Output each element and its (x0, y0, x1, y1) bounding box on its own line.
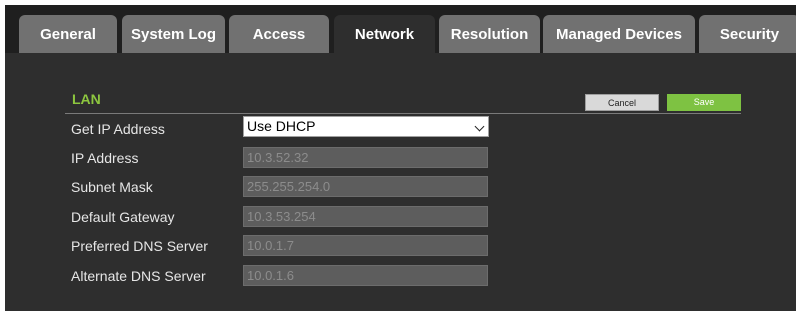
section-divider (65, 113, 741, 114)
alternate-dns-label: Alternate DNS Server (71, 268, 206, 284)
tab-resolution[interactable]: Resolution (439, 15, 540, 53)
settings-window: General System Log Access Network Resolu… (5, 5, 796, 311)
save-button[interactable]: Save (667, 94, 741, 111)
tab-network[interactable]: Network (334, 15, 435, 53)
preferred-dns-label: Preferred DNS Server (71, 238, 208, 254)
ip-address-label: IP Address (71, 150, 139, 166)
get-ip-address-select[interactable]: Use DHCP (243, 116, 489, 137)
alternate-dns-field[interactable]: 10.0.1.6 (243, 265, 488, 286)
get-ip-address-value: Use DHCP (247, 118, 316, 134)
default-gateway-field[interactable]: 10.3.53.254 (243, 206, 488, 227)
preferred-dns-field[interactable]: 10.0.1.7 (243, 235, 488, 256)
subnet-mask-field[interactable]: 255.255.254.0 (243, 176, 488, 197)
tab-access[interactable]: Access (229, 15, 329, 53)
tab-general[interactable]: General (19, 15, 117, 53)
tab-security[interactable]: Security (699, 15, 796, 53)
cancel-button[interactable]: Cancel (585, 94, 659, 111)
section-title-lan: LAN (72, 91, 101, 107)
default-gateway-label: Default Gateway (71, 209, 175, 225)
subnet-mask-label: Subnet Mask (71, 179, 153, 195)
ip-address-field[interactable]: 10.3.52.32 (243, 147, 488, 168)
tab-managed-devices[interactable]: Managed Devices (543, 15, 695, 53)
get-ip-address-label: Get IP Address (71, 121, 165, 137)
chevron-down-icon (474, 121, 485, 132)
tab-bar: General System Log Access Network Resolu… (5, 5, 796, 53)
tab-system-log[interactable]: System Log (122, 15, 225, 53)
network-panel: LAN Cancel Save Get IP Address Use DHCP … (5, 53, 796, 311)
